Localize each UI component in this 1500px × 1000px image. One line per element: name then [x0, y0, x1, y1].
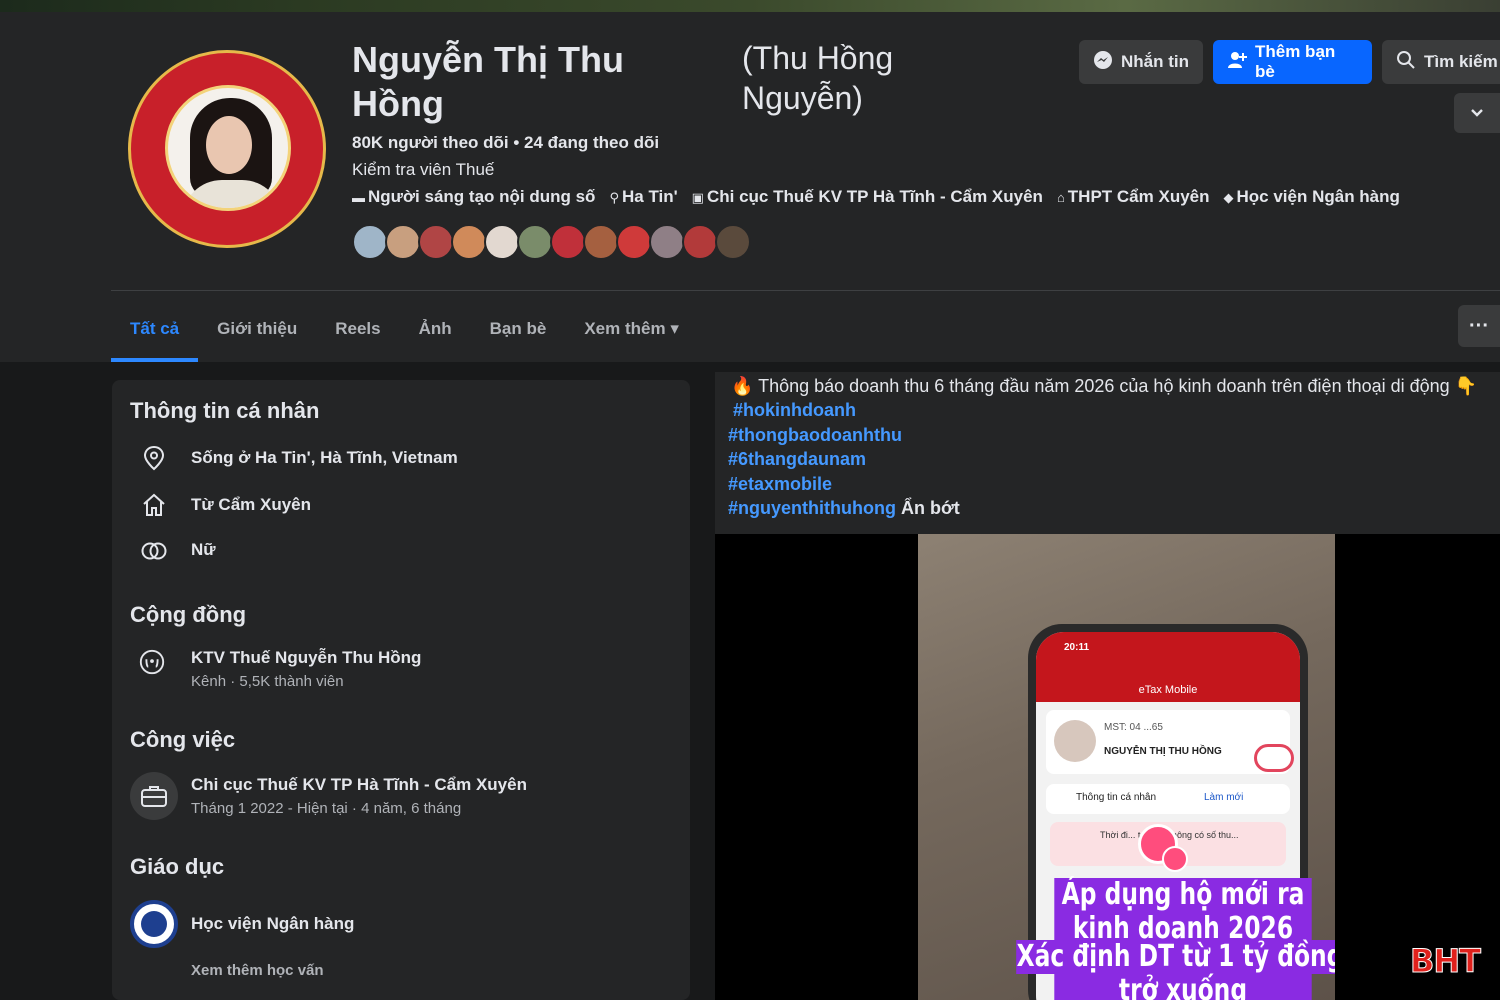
follow-stats[interactable]: 80K người theo dõi • 24 đang theo dõi	[352, 133, 659, 153]
work-sub: Tháng 1 2022 - Hiện tại · 4 năm, 6 tháng	[191, 800, 462, 817]
briefcase-icon	[130, 772, 178, 820]
video-caption: Áp dụng hộ mới ra	[1054, 878, 1312, 912]
hashtag-link[interactable]: #nguyenthithuhong	[728, 498, 896, 518]
post-video[interactable]: 20:11 eTax Mobile MST: 04 ...65 NGUYỄN T…	[715, 534, 1500, 1000]
search-button[interactable]: Tìm kiếm	[1382, 40, 1500, 84]
info-item-location[interactable]: ⚲ Ha Tin'	[609, 187, 677, 207]
cover-photo[interactable]	[0, 0, 1500, 12]
school-logo[interactable]	[130, 900, 178, 948]
friend-avatar[interactable]	[616, 224, 652, 260]
tab-all[interactable]: Tất cả	[111, 300, 199, 362]
video-frame: 20:11 eTax Mobile MST: 04 ...65 NGUYỄN T…	[918, 534, 1335, 1000]
header-divider	[111, 290, 1500, 291]
see-more-education-link[interactable]: Xem thêm học vấn	[191, 962, 324, 979]
personal-info-title: Thông tin cá nhân	[130, 398, 320, 423]
friend-avatar[interactable]	[649, 224, 685, 260]
workplace-icon: ▣	[691, 190, 704, 205]
hashtag-link[interactable]: #etaxmobile	[728, 474, 832, 494]
message-button[interactable]: Nhắn tin	[1079, 40, 1203, 84]
friend-avatar[interactable]	[352, 224, 388, 260]
search-icon	[1396, 50, 1416, 75]
post-text-line: 🔥 Thông báo doanh thu 6 tháng đầu năm 20…	[731, 376, 1478, 396]
pointing-down-icon: 👇	[1454, 376, 1478, 396]
profile-alt-name: (Thu Hồng Nguyễn)	[742, 40, 894, 116]
community-sub: Kênh · 5,5K thành viên	[191, 673, 344, 690]
work-title: Công việc	[130, 727, 236, 752]
friend-avatar[interactable]	[484, 224, 520, 260]
more-options-button[interactable]	[1454, 93, 1500, 133]
chat-bubble-icon	[1254, 744, 1294, 772]
watermark-logo: BHT	[1410, 942, 1482, 981]
info-item-work[interactable]: ▣ Chi cục Thuế KV TP Hà Tĩnh - Cẩm Xuyên	[692, 187, 1043, 207]
tab-photos[interactable]: Ảnh	[400, 300, 471, 358]
profile-job-title: Kiểm tra viên Thuế	[352, 160, 495, 179]
tab-more[interactable]: Xem thêm ▾	[565, 300, 698, 358]
add-friend-icon	[1227, 50, 1247, 75]
graduation-cap-icon: ◆	[1223, 190, 1234, 205]
video-caption: Xác định DT từ 1 tỷ đồng	[1016, 940, 1335, 974]
education-name[interactable]: Học viện Ngân hàng	[191, 914, 354, 934]
see-less-link[interactable]: Ẩn bớt	[901, 498, 960, 518]
profile-avatar[interactable]	[128, 50, 326, 248]
friend-avatar[interactable]	[715, 224, 751, 260]
category-icon: ▬	[352, 190, 365, 205]
friend-avatar[interactable]	[517, 224, 553, 260]
info-item-school[interactable]: ⌂ THPT Cẩm Xuyên	[1057, 187, 1210, 207]
tab-about[interactable]: Giới thiệu	[198, 300, 316, 358]
profile-info-row: ▬ Người sáng tạo nội dung số ⚲ Ha Tin' ▣ Ch…	[352, 187, 1400, 207]
ellipsis-icon: ···	[1469, 314, 1489, 337]
info-item-university[interactable]: ◆ Học viện Ngân hàng	[1224, 187, 1400, 207]
hashtag-link[interactable]: #thongbaodoanhthu	[728, 425, 902, 445]
heart-sticker-icon	[1162, 846, 1188, 872]
messenger-icon	[1093, 50, 1113, 75]
work-name[interactable]: Chi cục Thuế KV TP Hà Tĩnh - Cẩm Xuyên	[191, 775, 527, 795]
hometown-text[interactable]: Từ Cẩm Xuyên	[191, 495, 311, 515]
fire-icon: 🔥	[731, 376, 754, 396]
info-item-category: ▬ Người sáng tạo nội dung số	[352, 187, 596, 206]
tab-reels[interactable]: Reels	[316, 300, 399, 358]
friend-avatars	[352, 224, 751, 260]
school-icon: ⌂	[1056, 190, 1065, 205]
friend-avatar[interactable]	[418, 224, 454, 260]
gender-icon	[140, 537, 168, 565]
hashtag-link[interactable]: #6thangdaunam	[728, 449, 866, 469]
channel-icon	[138, 648, 166, 676]
location-pin-icon	[140, 444, 168, 472]
friend-avatar[interactable]	[583, 224, 619, 260]
education-title: Giáo dục	[130, 854, 225, 879]
avatar-photo	[165, 85, 291, 211]
friend-avatar[interactable]	[550, 224, 586, 260]
tab-overflow-button[interactable]: ···	[1458, 305, 1500, 347]
post-caption: 🔥 Thông báo doanh thu 6 tháng đầu năm 20…	[715, 372, 1500, 534]
friend-avatar[interactable]	[682, 224, 718, 260]
intro-card: Thông tin cá nhân Sống ở Ha Tin', Hà Tĩn…	[112, 380, 690, 1000]
friend-avatar[interactable]	[385, 224, 421, 260]
hashtag-link[interactable]: #hokinhdoanh	[733, 400, 856, 420]
lives-in-text[interactable]: Sống ở Ha Tin', Hà Tĩnh, Vietnam	[191, 448, 458, 468]
profile-name: Nguyễn Thị Thu Hồng	[352, 39, 624, 124]
home-icon	[140, 491, 168, 519]
profile-tabs: Tất cả Giới thiệu Reels Ảnh Bạn bè Xem t…	[111, 300, 698, 362]
add-friend-button[interactable]: Thêm bạn bè	[1213, 40, 1372, 84]
video-caption: trở xuống	[1054, 974, 1312, 1000]
tab-friends[interactable]: Bạn bè	[471, 300, 566, 358]
gender-text: Nữ	[191, 540, 216, 559]
community-title: Cộng đồng	[130, 602, 247, 627]
friend-avatar[interactable]	[451, 224, 487, 260]
location-pin-icon: ⚲	[609, 190, 619, 205]
community-name[interactable]: KTV Thuế Nguyễn Thu Hồng	[191, 648, 421, 668]
chevron-down-icon	[1470, 103, 1484, 123]
